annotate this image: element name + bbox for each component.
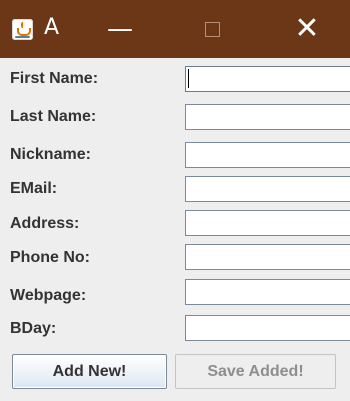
first-name-label: First Name: bbox=[10, 70, 99, 87]
minimize-icon: — bbox=[107, 14, 133, 44]
phone-field[interactable] bbox=[185, 244, 350, 270]
close-icon: ✕ bbox=[294, 11, 320, 46]
add-new-button[interactable]: Add New! bbox=[12, 354, 167, 389]
phone-label: Phone No: bbox=[10, 249, 90, 266]
first-name-field[interactable] bbox=[185, 66, 350, 92]
app-window: A — ✕ First Name: Last Name: Nickname: E… bbox=[0, 0, 350, 401]
bday-label: BDay: bbox=[10, 320, 57, 337]
email-label: EMail: bbox=[10, 180, 58, 197]
java-cup-icon[interactable] bbox=[12, 19, 33, 40]
save-added-button: Save Added! bbox=[175, 354, 336, 389]
text-caret bbox=[188, 69, 189, 88]
webpage-field[interactable] bbox=[185, 279, 350, 305]
address-label: Address: bbox=[10, 215, 80, 232]
webpage-label: Webpage: bbox=[10, 287, 87, 304]
nickname-label: Nickname: bbox=[10, 146, 91, 163]
minimize-button[interactable]: — bbox=[84, 0, 156, 58]
cup-mark bbox=[17, 28, 31, 36]
saucer-mark bbox=[15, 36, 30, 38]
bday-field[interactable] bbox=[185, 315, 350, 341]
maximize-icon bbox=[204, 21, 220, 37]
maximize-button bbox=[176, 0, 248, 58]
email-field[interactable] bbox=[185, 176, 350, 202]
window-title: A bbox=[44, 15, 60, 40]
last-name-field[interactable] bbox=[185, 104, 350, 130]
last-name-label: Last Name: bbox=[10, 108, 97, 125]
title-bar[interactable]: A — ✕ bbox=[0, 0, 350, 58]
nickname-field[interactable] bbox=[185, 142, 350, 168]
close-button[interactable]: ✕ bbox=[271, 0, 343, 58]
address-field[interactable] bbox=[185, 210, 350, 236]
